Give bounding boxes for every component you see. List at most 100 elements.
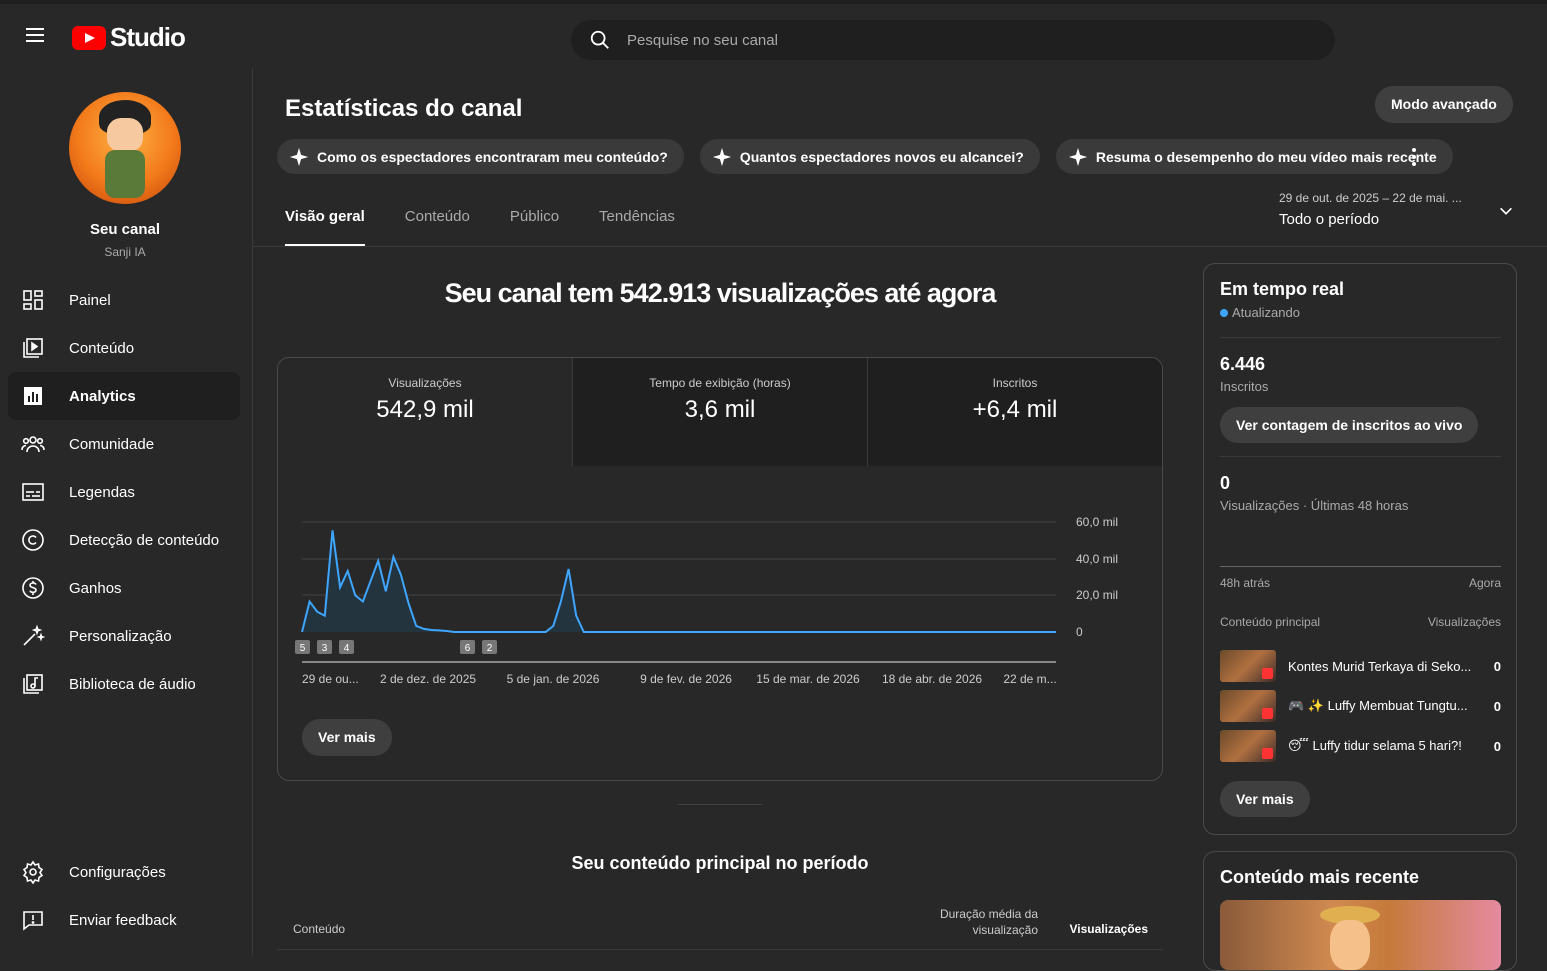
sidebar-item-legendas[interactable]: Legendas [8, 468, 240, 516]
annotation-marker-label: 5 [300, 643, 306, 654]
search-icon [590, 30, 609, 49]
content-icon [23, 338, 43, 358]
list-item[interactable]: 😴 Luffy tidur selama 5 hari?! 0 [1220, 730, 1501, 762]
y-tick-label: 20,0 mil [1076, 588, 1118, 602]
sidebar-item-configuracoes[interactable]: Configurações [8, 848, 240, 896]
sidebar-item-label: Enviar feedback [69, 911, 177, 929]
magic-wand-icon [23, 624, 45, 646]
divider [678, 804, 762, 805]
realtime-views-label: Visualizações · Últimas 48 horas [1220, 498, 1409, 513]
menu-icon[interactable] [20, 24, 50, 54]
search-bar[interactable] [571, 20, 1335, 60]
channel-avatar[interactable] [69, 92, 181, 204]
series-area [302, 530, 1056, 632]
metric-value: 3,6 mil [684, 396, 756, 423]
column-header-content: Conteúdo [293, 922, 346, 936]
live-count-button[interactable]: Ver contagem de inscritos ao vivo [1220, 407, 1479, 443]
tab-visao-geral[interactable]: Visão geral [285, 208, 365, 246]
subscriber-count: 6.446 [1220, 354, 1266, 374]
sidebar-item-label: Legendas [69, 483, 135, 501]
video-views: 0 [1493, 698, 1501, 714]
more-options-icon[interactable] [1407, 146, 1421, 168]
divider [253, 246, 1547, 247]
list-item[interactable]: 🎮 ✨ Luffy Membuat Tungtu... 0 [1220, 690, 1501, 722]
channel-name: Seu canal [89, 221, 161, 238]
date-range-selector[interactable]: 29 de out. de 2025 – 22 de mai. ... Todo… [1279, 191, 1514, 231]
metric-label: Inscritos [992, 376, 1038, 390]
divider [1220, 456, 1501, 457]
video-title: 🎮 ✨ Luffy Membuat Tungtu... [1288, 698, 1468, 713]
advanced-mode-button[interactable]: Modo avançado [1375, 86, 1513, 123]
page-title: Estatísticas do canal [285, 95, 523, 122]
x-tick-label: 9 de fev. de 2026 [640, 672, 732, 686]
sidebar-item-personalizacao[interactable]: Personalização [8, 612, 240, 660]
realtime-status-label: Atualizando [1232, 305, 1300, 320]
sidebar-item-label: Comunidade [69, 435, 155, 453]
subtitles-icon [22, 483, 44, 501]
axis-left-label: 48h atrás [1220, 576, 1271, 590]
sidebar-item-painel[interactable]: Painel [8, 276, 240, 324]
tab-conteudo[interactable]: Conteúdo [405, 208, 470, 246]
chip-label: Resuma o desempenho do meu vídeo mais re… [1095, 148, 1437, 165]
subscriber-label: Inscritos [1220, 379, 1269, 394]
list-item[interactable]: Kontes Murid Terkaya di Seko... 0 [1220, 650, 1501, 682]
sidebar-item-ganhos[interactable]: Ganhos [8, 564, 240, 612]
sidebar-item-label: Detecção de conteúdo [69, 531, 220, 549]
realtime-title: Em tempo real [1220, 279, 1345, 299]
overview-chart-card: Visualizações 542,9 mil Tempo de exibiçã… [277, 357, 1163, 781]
date-range-dates: 29 de out. de 2025 – 22 de mai. ... [1279, 191, 1462, 205]
suggestion-chip[interactable]: Resuma o desempenho do meu vídeo mais re… [1055, 139, 1453, 174]
tab-publico[interactable]: Público [510, 208, 559, 246]
chip-label: Como os espectadores encontraram meu con… [317, 148, 668, 165]
tab-bar: Visão geral Conteúdo Público Tendências [285, 208, 715, 246]
video-title: 😴 Luffy tidur selama 5 hari?! [1288, 738, 1462, 753]
metric-watch-time[interactable]: Tempo de exibição (horas) 3,6 mil [573, 358, 868, 466]
metric-tabs: Visualizações 542,9 mil Tempo de exibiçã… [278, 358, 1162, 466]
sidebar-bottom-nav: Configurações Enviar feedback [8, 848, 240, 944]
recent-video-thumbnail[interactable] [1220, 900, 1501, 970]
studio-logo[interactable]: Studio [72, 22, 186, 53]
column-header-avg-duration[interactable]: Duração média da visualização [918, 906, 1038, 938]
column-header-content: Conteúdo principal [1220, 615, 1321, 629]
shorts-icon [1262, 668, 1273, 679]
metric-subscribers[interactable]: Inscritos +6,4 mil [868, 358, 1162, 466]
suggestion-chip[interactable]: Como os espectadores encontraram meu con… [277, 139, 684, 174]
sparkle-icon [289, 147, 309, 166]
sidebar-nav: Painel Conteúdo Analytics Comunidade Leg… [8, 276, 240, 708]
suggestion-chip[interactable]: Quantos espectadores novos eu alcancei? [699, 139, 1040, 174]
sidebar-item-label: Ganhos [69, 579, 122, 597]
y-tick-label: 0 [1076, 625, 1083, 639]
tab-tendencias[interactable]: Tendências [599, 208, 675, 246]
gear-icon [22, 860, 44, 884]
sidebar-item-feedback[interactable]: Enviar feedback [8, 896, 240, 944]
x-tick-label: 22 de m... [1003, 672, 1056, 686]
youtube-logo-icon [72, 25, 106, 50]
metric-value: +6,4 mil [972, 396, 1058, 423]
main-content: Estatísticas do canal Modo avançado Como… [253, 68, 1547, 971]
dashboard-icon [23, 290, 43, 310]
sidebar-item-deteccao[interactable]: Detecção de conteúdo [8, 516, 240, 564]
see-more-button[interactable]: Ver mais [302, 719, 392, 756]
recent-content-card: Conteúdo mais recente [1203, 851, 1517, 971]
column-header-views[interactable]: Visualizações [1070, 922, 1149, 936]
sidebar-item-comunidade[interactable]: Comunidade [8, 420, 240, 468]
y-tick-label: 40,0 mil [1076, 552, 1118, 566]
video-thumbnail [1220, 730, 1276, 762]
sidebar-item-conteudo[interactable]: Conteúdo [8, 324, 240, 372]
chevron-down-icon [1500, 207, 1512, 215]
sparkle-icon [712, 147, 732, 166]
search-input[interactable] [627, 31, 1227, 49]
sidebar-item-biblioteca[interactable]: Biblioteca de áudio [8, 660, 240, 708]
sparkle-icon [1068, 147, 1088, 166]
metric-views[interactable]: Visualizações 542,9 mil [278, 358, 573, 466]
sidebar-item-analytics[interactable]: Analytics [8, 372, 240, 420]
video-views: 0 [1493, 658, 1501, 674]
realtime-chart-baseline [1220, 566, 1501, 567]
top-content-table-header: Conteúdo Duração média da visualização V… [277, 904, 1163, 950]
realtime-views-count: 0 [1220, 473, 1231, 493]
shorts-icon [1262, 748, 1273, 759]
views-chart: 60,0 mil 40,0 mil 20,0 mil 0 5 3 4 6 2 29 de ou..… [295, 515, 1118, 686]
feedback-icon [23, 911, 43, 931]
sidebar-item-label: Configurações [69, 863, 166, 881]
see-more-button[interactable]: Ver mais [1220, 781, 1310, 817]
